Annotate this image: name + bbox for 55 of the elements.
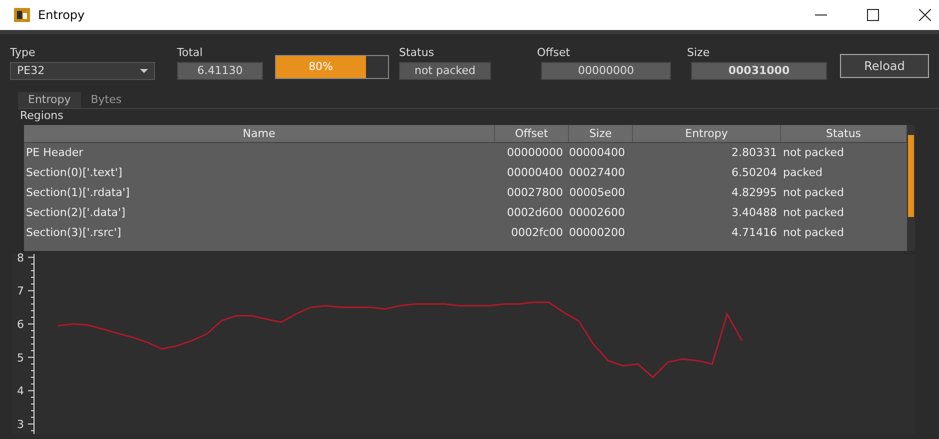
window-title: Entropy <box>38 7 85 24</box>
table-cell: Section(3)['.rsrc'] <box>26 226 122 239</box>
value-display: 00031000 <box>691 62 827 80</box>
table-cell: 00027400 <box>569 166 625 179</box>
table-cell: Section(0)['.text'] <box>26 166 122 179</box>
field-label: Status <box>399 46 434 60</box>
column-header[interactable]: Size <box>569 125 633 142</box>
table-cell: packed <box>783 166 822 179</box>
table-cell: 00000400 <box>507 166 563 179</box>
maximize-icon[interactable] <box>867 9 879 21</box>
table-cell: not packed <box>783 226 844 239</box>
table-cell: 00000200 <box>569 226 625 239</box>
value-display: 6.41130 <box>177 62 263 80</box>
axis-tick-label: 8 <box>17 251 24 264</box>
table-cell: 2.80331 <box>732 146 777 159</box>
reload-button[interactable]: Reload <box>840 54 929 78</box>
column-header[interactable]: Name <box>24 125 495 142</box>
axis-tick-label: 3 <box>17 418 24 431</box>
table-cell: 0002d600 <box>507 206 563 219</box>
table-cell: 0002fc00 <box>511 226 563 239</box>
value-display: not packed <box>399 62 491 80</box>
field-label: Size <box>687 46 710 60</box>
table-cell: 4.71416 <box>732 226 777 239</box>
caret-icon <box>140 69 148 73</box>
table-cell: Section(1)['.rdata'] <box>26 186 130 199</box>
table-cell: 6.50204 <box>732 166 777 179</box>
app-logo-icon <box>14 8 30 22</box>
type-dropdown[interactable]: PE32 <box>10 62 155 80</box>
axis-tick-label: 7 <box>17 284 24 298</box>
table-cell: not packed <box>783 146 844 159</box>
field-label: Total <box>177 46 203 60</box>
value-display: 00000000 <box>541 62 671 80</box>
table-cell: not packed <box>783 206 844 219</box>
progress-bar: 80% <box>275 55 389 79</box>
section-label: Regions <box>20 109 64 122</box>
table-cell: 00002600 <box>569 206 625 219</box>
table-cell: 00000000 <box>507 146 563 159</box>
axis-tick-label: 5 <box>17 351 24 364</box>
table-cell: 00027800 <box>507 186 563 199</box>
table-cell: Section(2)['.data'] <box>26 206 126 219</box>
table-cell: not packed <box>783 186 844 199</box>
tab[interactable]: Entropy <box>18 92 81 108</box>
table-cell: PE Header <box>26 146 84 159</box>
table-cell: 4.82995 <box>732 186 777 199</box>
axis-tick-label: 4 <box>17 384 24 398</box>
table-cell: 00000400 <box>569 146 625 159</box>
scrollbar[interactable] <box>907 125 915 251</box>
column-header[interactable]: Entropy <box>633 125 781 142</box>
close-icon[interactable] <box>919 9 931 21</box>
field-label: Offset <box>537 46 570 60</box>
axis-tick-label: 6 <box>17 318 24 331</box>
table-cell: 00005e00 <box>569 186 625 199</box>
table-cell: 3.40488 <box>732 206 777 219</box>
column-header[interactable]: Offset <box>495 125 569 142</box>
field-label: Type <box>10 46 36 60</box>
